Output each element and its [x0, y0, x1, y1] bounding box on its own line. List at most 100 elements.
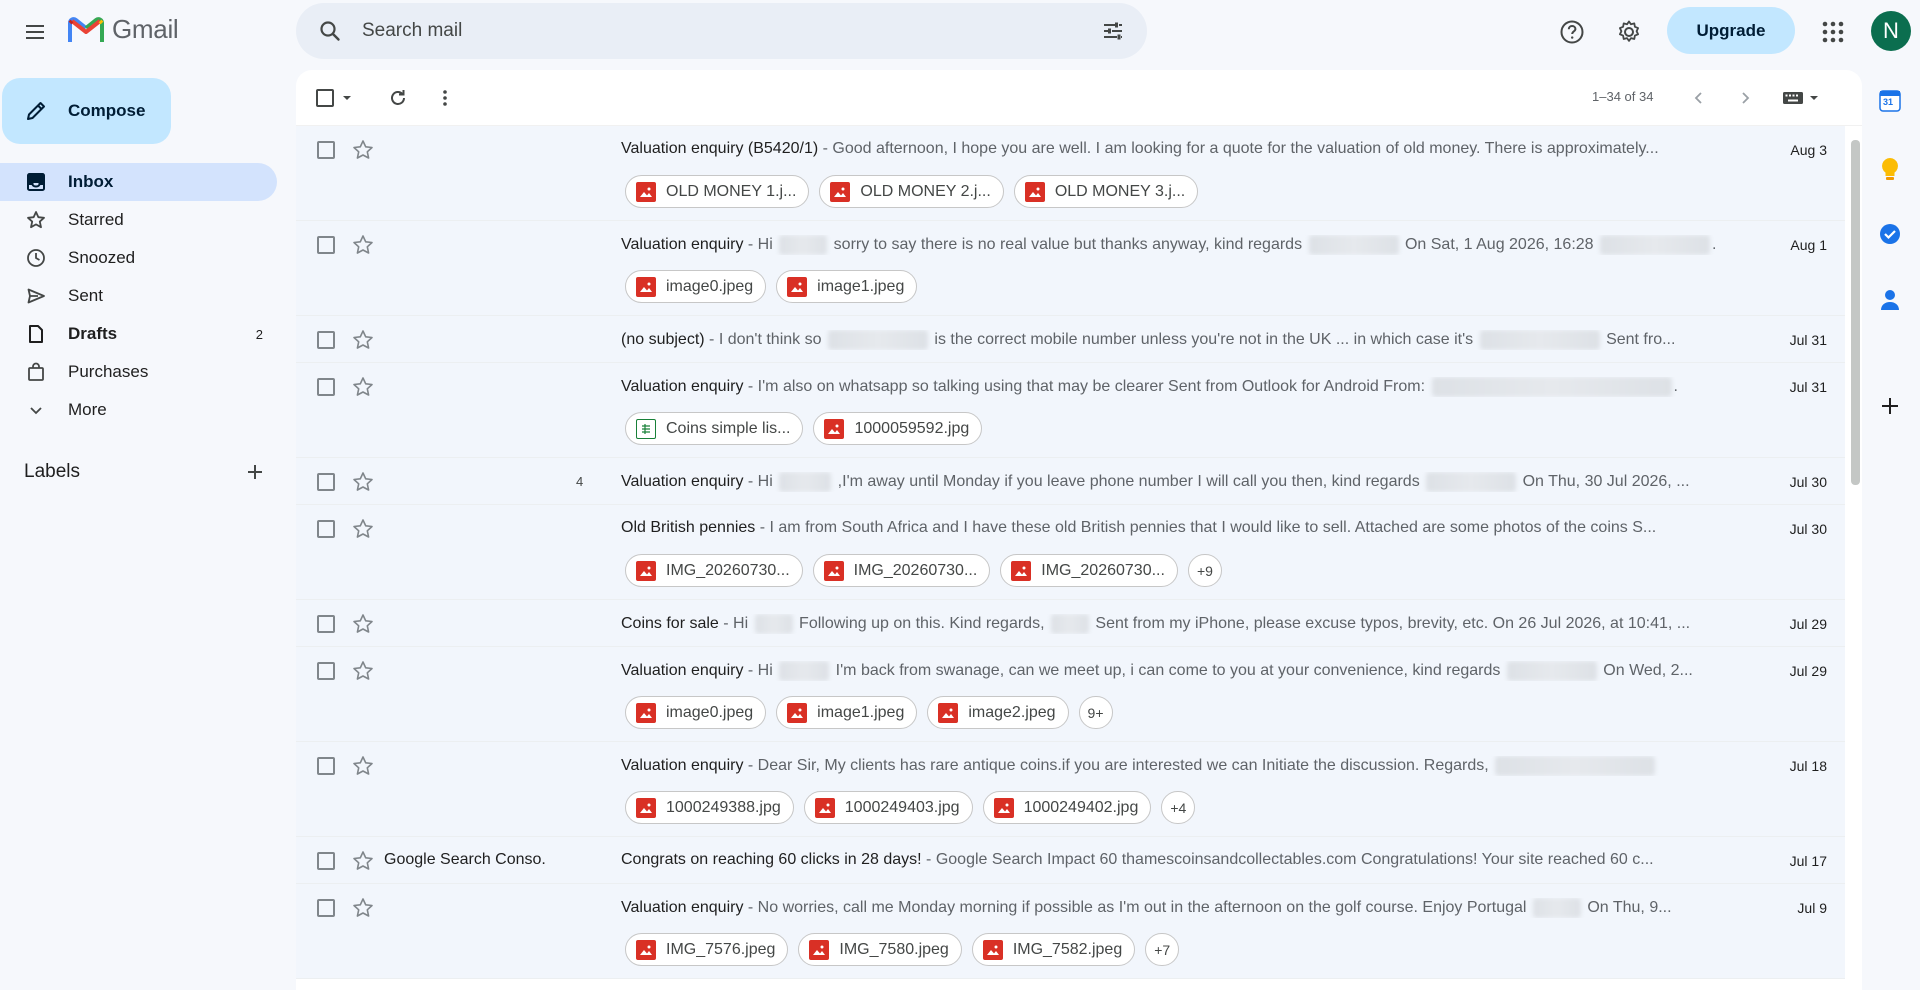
spreadsheet-icon [636, 418, 656, 439]
attachment-chip[interactable]: image1.jpeg [776, 696, 918, 729]
attachment-chip[interactable]: OLD MONEY 2.j... [819, 175, 1004, 208]
gmail-logo[interactable]: Gmail [68, 14, 179, 45]
sidebar-item-drafts[interactable]: Drafts 2 [0, 315, 277, 353]
search-icon[interactable] [302, 3, 358, 59]
email-row[interactable]: Valuation enquiry - No worries, call me … [296, 884, 1845, 979]
row-checkbox[interactable] [317, 473, 335, 491]
star-icon[interactable] [351, 659, 375, 683]
refresh-button[interactable] [378, 78, 418, 118]
email-date: Jul 31 [1789, 379, 1827, 395]
star-icon[interactable] [351, 328, 375, 352]
star-icon[interactable] [351, 896, 375, 920]
sidebar-item-more[interactable]: More [0, 391, 277, 429]
attachment-chip[interactable]: 1000249403.jpg [803, 791, 973, 824]
row-checkbox[interactable] [317, 236, 335, 254]
sidebar-item-snoozed[interactable]: Snoozed [0, 239, 277, 277]
get-addons-button[interactable] [1876, 392, 1904, 420]
contacts-app-button[interactable] [1876, 286, 1904, 314]
row-checkbox[interactable] [317, 520, 335, 538]
attachment-name: IMG_7582.jpeg [1012, 940, 1123, 958]
search-input[interactable] [358, 20, 1089, 42]
redacted-text [1431, 377, 1672, 397]
upgrade-button[interactable]: Upgrade [1667, 7, 1795, 54]
search-options-icon[interactable] [1089, 7, 1137, 55]
account-avatar[interactable]: N [1871, 11, 1911, 51]
email-body-text: - I am from South Africa and I have thes… [755, 519, 1657, 536]
email-row[interactable]: Valuation enquiry - Hi sorry to say ther… [296, 221, 1845, 316]
email-sender: Google Search Conso. [384, 851, 564, 869]
sidebar-item-inbox[interactable]: Inbox [0, 163, 277, 201]
email-row[interactable]: Valuation enquiry (B5420/1) - Good after… [296, 126, 1845, 221]
more-attachments-chip[interactable]: 9+ [1078, 696, 1113, 729]
main-menu-button[interactable] [15, 12, 55, 52]
row-checkbox[interactable] [317, 331, 335, 349]
keep-app-button[interactable] [1876, 155, 1904, 183]
apps-grid-icon [1822, 21, 1844, 43]
attachment-chips: OLD MONEY 1.j... OLD MONEY 2.j... OLD MONE… [625, 175, 1199, 208]
input-tools-button[interactable] [1776, 78, 1826, 118]
email-row[interactable]: Valuation enquiry - I'm also on whatsapp… [296, 363, 1845, 458]
star-icon[interactable] [351, 754, 375, 778]
attachment-chip[interactable]: image2.jpeg [927, 696, 1069, 729]
row-checkbox[interactable] [317, 662, 335, 680]
search-bar[interactable] [296, 3, 1147, 59]
support-button[interactable] [1551, 11, 1593, 53]
more-attachments-chip[interactable]: +4 [1161, 791, 1196, 824]
attachment-chip[interactable]: Coins simple lis... [625, 412, 804, 445]
row-checkbox[interactable] [317, 378, 335, 396]
calendar-app-button[interactable]: 31 [1876, 87, 1904, 115]
email-row[interactable]: Coins for sale - Hi Following up on this… [296, 600, 1845, 647]
star-icon[interactable] [351, 233, 375, 257]
attachment-chip[interactable]: image0.jpeg [625, 270, 767, 303]
email-row[interactable]: 4 Valuation enquiry - Hi ,I'm away until … [296, 458, 1845, 505]
sidebar-item-sent[interactable]: Sent [0, 277, 277, 315]
attachment-chip[interactable]: 1000249388.jpg [625, 791, 794, 824]
attachment-chip[interactable]: OLD MONEY 1.j... [625, 175, 810, 208]
attachment-chip[interactable]: image0.jpeg [625, 696, 767, 729]
attachment-chip[interactable]: IMG_7576.jpeg [625, 933, 789, 966]
email-row[interactable]: Google Search Conso. Congrats on reaching… [296, 837, 1845, 884]
attachment-chip[interactable]: 1000249402.jpg [982, 791, 1152, 824]
more-attachments-chip[interactable]: +7 [1145, 933, 1180, 966]
star-icon[interactable] [351, 470, 375, 494]
email-row[interactable]: (no subject) - I don't think so is the c… [296, 316, 1845, 363]
star-icon[interactable] [351, 517, 375, 541]
email-row[interactable]: Valuation enquiry - Dear Sir, My clients… [296, 742, 1845, 837]
more-actions-button[interactable] [425, 78, 465, 118]
sidebar-item-purchases[interactable]: Purchases [0, 353, 277, 391]
star-icon[interactable] [351, 375, 375, 399]
tasks-app-button[interactable] [1876, 220, 1904, 248]
email-body-text: - Hi [743, 473, 778, 491]
email-body-text: .. [1712, 236, 1716, 253]
compose-button[interactable]: Compose [2, 78, 171, 144]
sidebar-item-starred[interactable]: Starred [0, 201, 277, 239]
settings-button[interactable] [1608, 11, 1650, 53]
star-icon[interactable] [351, 849, 375, 873]
attachment-chip[interactable]: IMG_7582.jpeg [971, 933, 1136, 966]
star-icon[interactable] [351, 138, 375, 162]
more-attachments-chip[interactable]: +9 [1187, 554, 1222, 587]
email-row[interactable]: Old British pennies - I am from South Af… [296, 505, 1845, 600]
row-checkbox[interactable] [317, 757, 335, 775]
google-apps-button[interactable] [1812, 11, 1854, 53]
newer-button[interactable] [1679, 78, 1719, 118]
attachment-chip[interactable]: IMG_20260730... [625, 554, 803, 587]
older-button[interactable] [1725, 78, 1765, 118]
attachment-chip[interactable]: OLD MONEY 3.j... [1013, 175, 1199, 208]
row-checkbox[interactable] [317, 615, 335, 633]
attachment-chip[interactable]: 1000059592.jpg [813, 412, 983, 445]
sidebar-nav: Inbox Starred Snoozed Sent Drafts 2 Purc… [0, 163, 277, 429]
scrollbar-thumb[interactable] [1851, 140, 1860, 485]
star-icon[interactable] [351, 612, 375, 636]
attachment-chip[interactable]: IMG_7580.jpeg [798, 933, 962, 966]
email-row[interactable]: Valuation enquiry - Hi I'm back from swa… [296, 647, 1845, 742]
attachment-chip[interactable]: IMG_20260730... [812, 554, 991, 587]
attachment-chip[interactable]: image1.jpeg [776, 270, 918, 303]
row-checkbox[interactable] [317, 141, 335, 159]
row-checkbox[interactable] [317, 852, 335, 870]
row-checkbox[interactable] [317, 899, 335, 917]
create-label-button[interactable] [241, 458, 269, 486]
select-all-checkbox[interactable] [310, 78, 360, 118]
attachment-chip[interactable]: IMG_20260730... [1000, 554, 1178, 587]
compose-label: Compose [68, 101, 146, 120]
